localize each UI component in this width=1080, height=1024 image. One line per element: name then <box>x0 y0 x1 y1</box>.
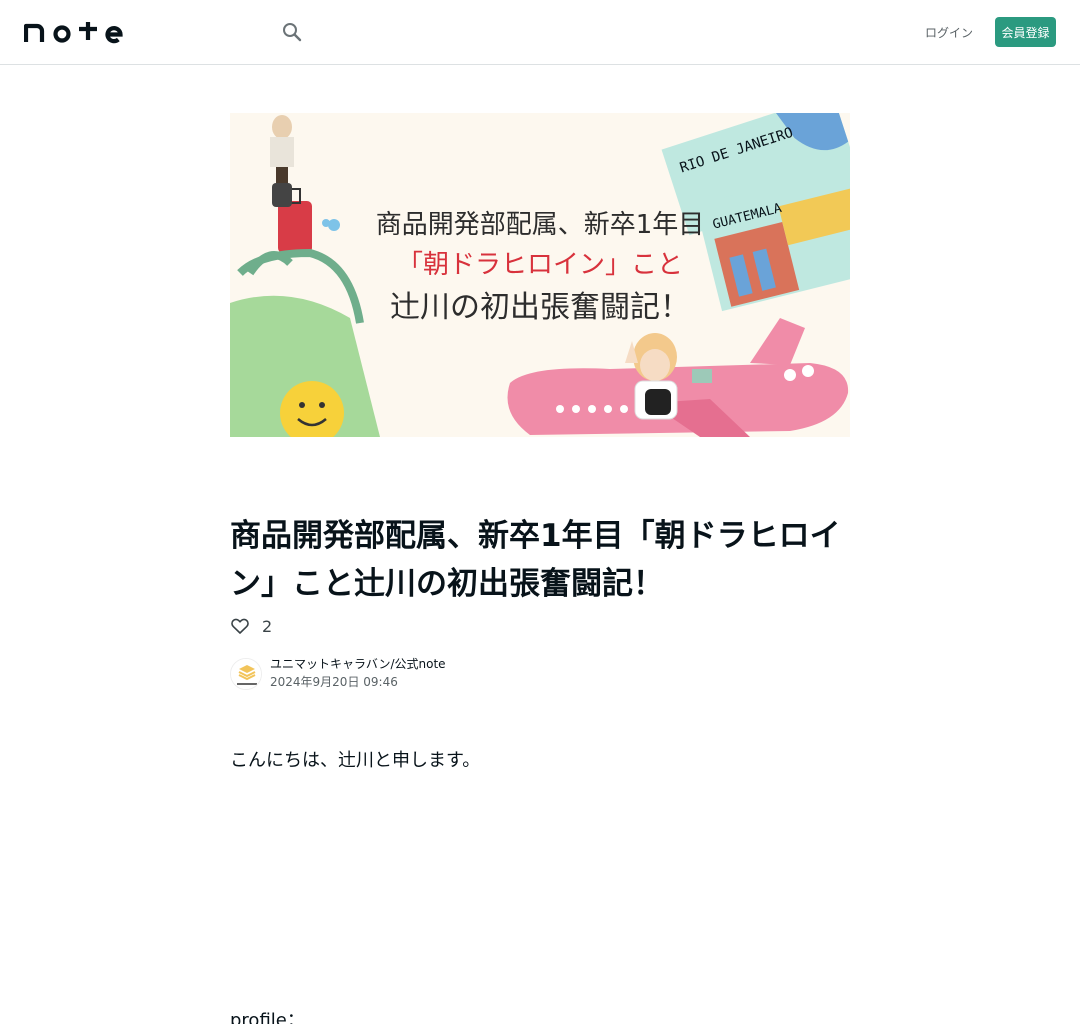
article-lead: こんにちは、辻川と申します。 <box>230 750 481 771</box>
like-button[interactable] <box>230 616 250 636</box>
eyecatch-line3: 辻川の初出張奮闘記！ <box>390 290 690 325</box>
eyecatch-line1: 商品開発部配属、新卒1年目 <box>376 210 705 240</box>
site-header: ログイン 会員登録 <box>0 0 1080 65</box>
heart-icon <box>231 618 249 634</box>
post-date: 2024年9月20日 09:46 <box>270 675 398 689</box>
like-count[interactable]: 2 <box>262 617 272 636</box>
avatar[interactable] <box>230 657 262 690</box>
eyecatch-line2: 「朝ドラヒロイン」こと <box>397 250 683 280</box>
profile-heading: profile： <box>230 1010 305 1024</box>
author-name[interactable]: ユニマットキャラバン/公式note <box>270 656 446 672</box>
eyecatch-illustration: RIO DE JANEIRO GUATEMALA 商品開発部配属、新卒1年目 「… <box>230 113 850 437</box>
search-button[interactable] <box>278 18 306 46</box>
search-icon <box>283 23 302 42</box>
like-section: 2 <box>230 614 272 638</box>
note-logo[interactable] <box>23 20 124 44</box>
signup-button[interactable]: 会員登録 <box>995 17 1056 47</box>
login-button[interactable]: ログイン <box>918 17 980 47</box>
article-title: 商品開発部配属、新卒1年目「朝ドラヒロイン」こと辻川の初出張奮闘記！ <box>230 518 841 602</box>
author-info: ユニマットキャラバン/公式note 2024年9月20日 09:46 <box>230 656 446 691</box>
brand-logo-icon <box>231 658 261 689</box>
note-logo-mark <box>23 22 123 44</box>
eyecatch-image: RIO DE JANEIRO GUATEMALA 商品開発部配属、新卒1年目 「… <box>230 113 850 437</box>
